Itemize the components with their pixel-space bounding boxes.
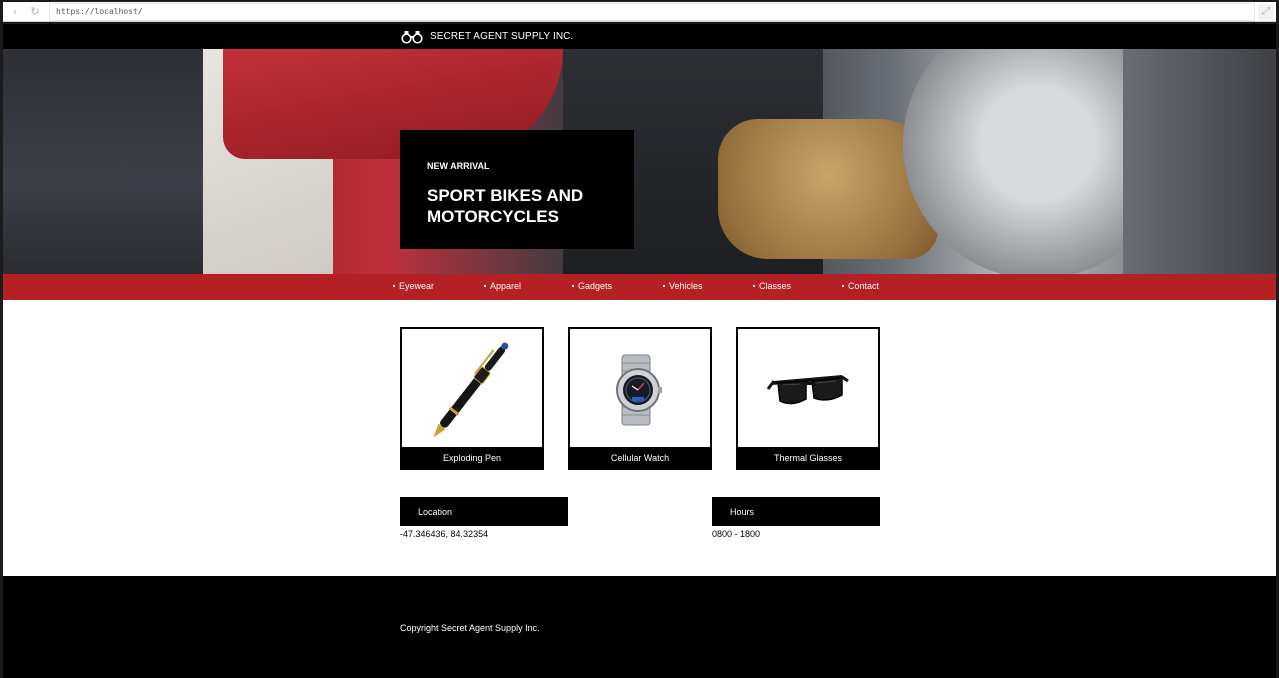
glasses-icon xyxy=(766,375,849,405)
location-heading-text: Location xyxy=(418,507,453,517)
hero-callout[interactable]: NEW ARRIVAL SPORT BIKES AND MOTORCYCLES xyxy=(400,130,634,249)
bullet-icon xyxy=(393,284,395,287)
browser-window: ‹ ↻ https://localhost/ ⤢ SECRET AGENT SU… xyxy=(0,0,1279,678)
nav-item-vehicles[interactable]: Vehicles xyxy=(663,281,703,291)
site-header: SECRET AGENT SUPPLY INC. xyxy=(3,24,1276,49)
binoculars-icon[interactable] xyxy=(401,30,423,44)
expand-icon[interactable]: ⤢ xyxy=(1258,4,1274,20)
nav-label: Gadgets xyxy=(578,281,613,291)
nav-label: Vehicles xyxy=(669,281,703,291)
pen-icon xyxy=(433,342,509,438)
bullet-icon xyxy=(753,284,755,287)
url-text: https://localhost/ xyxy=(56,7,143,16)
watch-icon xyxy=(616,354,662,426)
copyright-text: Copyright Secret Agent Supply Inc. xyxy=(400,623,540,633)
product-name: Thermal Glasses xyxy=(738,447,878,468)
web-page: SECRET AGENT SUPPLY INC. NEW ARRIVAL SPO… xyxy=(3,24,1276,678)
nav-label: Classes xyxy=(759,281,792,291)
reload-icon[interactable]: ↻ xyxy=(27,4,43,20)
hero-banner: NEW ARRIVAL SPORT BIKES AND MOTORCYCLES xyxy=(3,49,1276,274)
hero-background-shape xyxy=(1123,49,1276,274)
product-name: Cellular Watch xyxy=(570,447,710,468)
product-card-thermal-glasses[interactable]: Thermal Glasses xyxy=(736,327,880,470)
nav-label: Contact xyxy=(848,281,880,291)
nav-item-contact[interactable]: Contact xyxy=(842,281,879,291)
nav-label: Eyewear xyxy=(399,281,435,291)
product-card-exploding-pen[interactable]: Exploding Pen xyxy=(400,327,544,470)
hero-kicker: NEW ARRIVAL xyxy=(427,161,490,171)
hours-heading-text: Hours xyxy=(730,507,755,517)
bullet-icon xyxy=(484,284,486,287)
nav-item-gadgets[interactable]: Gadgets xyxy=(572,281,612,291)
nav-item-apparel[interactable]: Apparel xyxy=(484,281,521,291)
main-nav: Eyewear Apparel Gadgets Vehicles Classes… xyxy=(3,274,1276,300)
back-arrow-icon[interactable]: ‹ xyxy=(7,4,23,20)
hero-jacket-shape xyxy=(3,49,203,274)
site-footer: Copyright Secret Agent Supply Inc. xyxy=(3,576,1276,678)
location-value: -47.346436, 84.32354 xyxy=(400,529,489,539)
browser-toolbar: ‹ ↻ https://localhost/ ⤢ xyxy=(3,2,1276,22)
hero-title: SPORT BIKES AND MOTORCYCLES xyxy=(427,186,584,226)
hours-value: 0800 - 1800 xyxy=(712,529,761,539)
nav-label: Apparel xyxy=(490,281,522,291)
brand-name[interactable]: SECRET AGENT SUPPLY INC. xyxy=(430,31,573,42)
hours-heading: Hours xyxy=(712,497,880,526)
bullet-icon xyxy=(842,284,844,287)
product-card-cellular-watch[interactable]: Cellular Watch xyxy=(568,327,712,470)
nav-item-classes[interactable]: Classes xyxy=(753,281,791,291)
address-bar[interactable]: https://localhost/ xyxy=(49,3,1255,21)
nav-item-eyewear[interactable]: Eyewear xyxy=(393,281,434,291)
product-name: Exploding Pen xyxy=(402,447,542,468)
location-heading: Location xyxy=(400,497,568,526)
bullet-icon xyxy=(572,284,574,287)
bullet-icon xyxy=(663,284,665,287)
